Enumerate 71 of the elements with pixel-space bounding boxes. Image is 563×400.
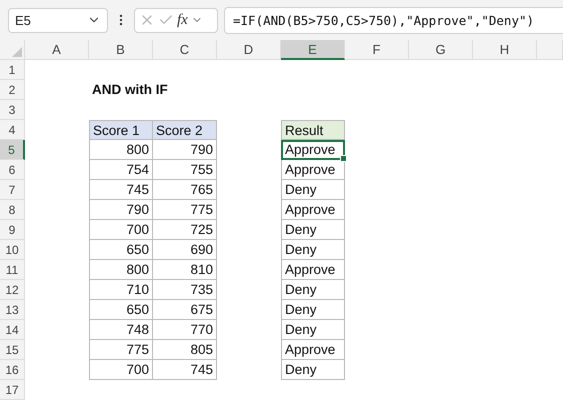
table-cell: 748 <box>89 320 153 340</box>
table-cell: 765 <box>153 180 217 200</box>
row-header[interactable]: 2 <box>0 80 25 100</box>
table-cell: 805 <box>153 340 217 360</box>
column-header[interactable]: G <box>409 40 473 60</box>
table-cell: 775 <box>89 340 153 360</box>
column-header[interactable]: E <box>281 40 345 60</box>
row-header[interactable]: 16 <box>0 360 25 380</box>
column-heading: Result <box>281 120 345 140</box>
column-header[interactable]: B <box>89 40 153 60</box>
fill-handle[interactable] <box>340 155 347 162</box>
table-cell: 775 <box>153 200 217 220</box>
row-header[interactable]: 9 <box>0 220 25 240</box>
cell-reference: E5 <box>15 12 31 28</box>
table-cell: 754 <box>89 160 153 180</box>
table-cell: 810 <box>153 260 217 280</box>
column-header[interactable]: H <box>473 40 537 60</box>
table-cell[interactable]: Deny <box>281 240 345 260</box>
table-cell: 675 <box>153 300 217 320</box>
column-heading: Score 1 <box>89 120 153 140</box>
table-cell: 790 <box>89 200 153 220</box>
table-cell[interactable]: Deny <box>281 320 345 340</box>
row-header[interactable]: 13 <box>0 300 25 320</box>
table-cell: 725 <box>153 220 217 240</box>
row-header[interactable]: 14 <box>0 320 25 340</box>
column-header[interactable]: A <box>25 40 89 60</box>
table-cell: 650 <box>89 240 153 260</box>
row-header[interactable]: 5 <box>0 140 25 160</box>
table-cell: 800 <box>89 260 153 280</box>
table-cell: 690 <box>153 240 217 260</box>
table-cell: 745 <box>89 180 153 200</box>
table-cell: 650 <box>89 300 153 320</box>
table-cell: 790 <box>153 140 217 160</box>
insert-function-button[interactable]: fx <box>177 12 188 28</box>
row-header[interactable]: 3 <box>0 100 25 120</box>
table-cell: 755 <box>153 160 217 180</box>
table-cell[interactable]: Deny <box>281 180 345 200</box>
row-header[interactable]: 12 <box>0 280 25 300</box>
table-cell[interactable]: Approve <box>281 160 345 180</box>
row-header[interactable]: 1 <box>0 60 25 80</box>
table-cell[interactable]: Deny <box>281 300 345 320</box>
row-header[interactable]: 8 <box>0 200 25 220</box>
table-cell[interactable]: Approve <box>281 140 345 160</box>
name-box[interactable]: E5 <box>8 8 108 32</box>
table-cell: 710 <box>89 280 153 300</box>
table-cell[interactable]: Approve <box>281 200 345 220</box>
select-all-icon[interactable] <box>12 47 22 57</box>
row-header[interactable]: 4 <box>0 120 25 140</box>
table-cell: 700 <box>89 220 153 240</box>
row-header[interactable]: 6 <box>0 160 25 180</box>
table-cell[interactable]: Deny <box>281 360 345 380</box>
sheet-title: AND with IF <box>91 81 169 99</box>
row-header[interactable]: 11 <box>0 260 25 280</box>
table-cell[interactable]: Approve <box>281 340 345 360</box>
table-cell: 735 <box>153 280 217 300</box>
row-header[interactable]: 17 <box>0 380 25 400</box>
table-cell[interactable]: Approve <box>281 260 345 280</box>
column-header[interactable]: F <box>345 40 409 60</box>
table-cell[interactable]: Deny <box>281 280 345 300</box>
column-heading: Score 2 <box>153 120 217 140</box>
row-header[interactable]: 15 <box>0 340 25 360</box>
column-header[interactable]: C <box>153 40 217 60</box>
table-cell: 745 <box>153 360 217 380</box>
table-cell: 770 <box>153 320 217 340</box>
row-header[interactable]: 7 <box>0 180 25 200</box>
table-cell: 800 <box>89 140 153 160</box>
table-cell: 700 <box>89 360 153 380</box>
table-cell[interactable]: Deny <box>281 220 345 240</box>
column-header[interactable]: D <box>217 40 281 60</box>
row-header[interactable]: 10 <box>0 240 25 260</box>
formula-field[interactable]: =IF(AND(B5>750,C5>750),"Approve","Deny") <box>224 6 563 34</box>
